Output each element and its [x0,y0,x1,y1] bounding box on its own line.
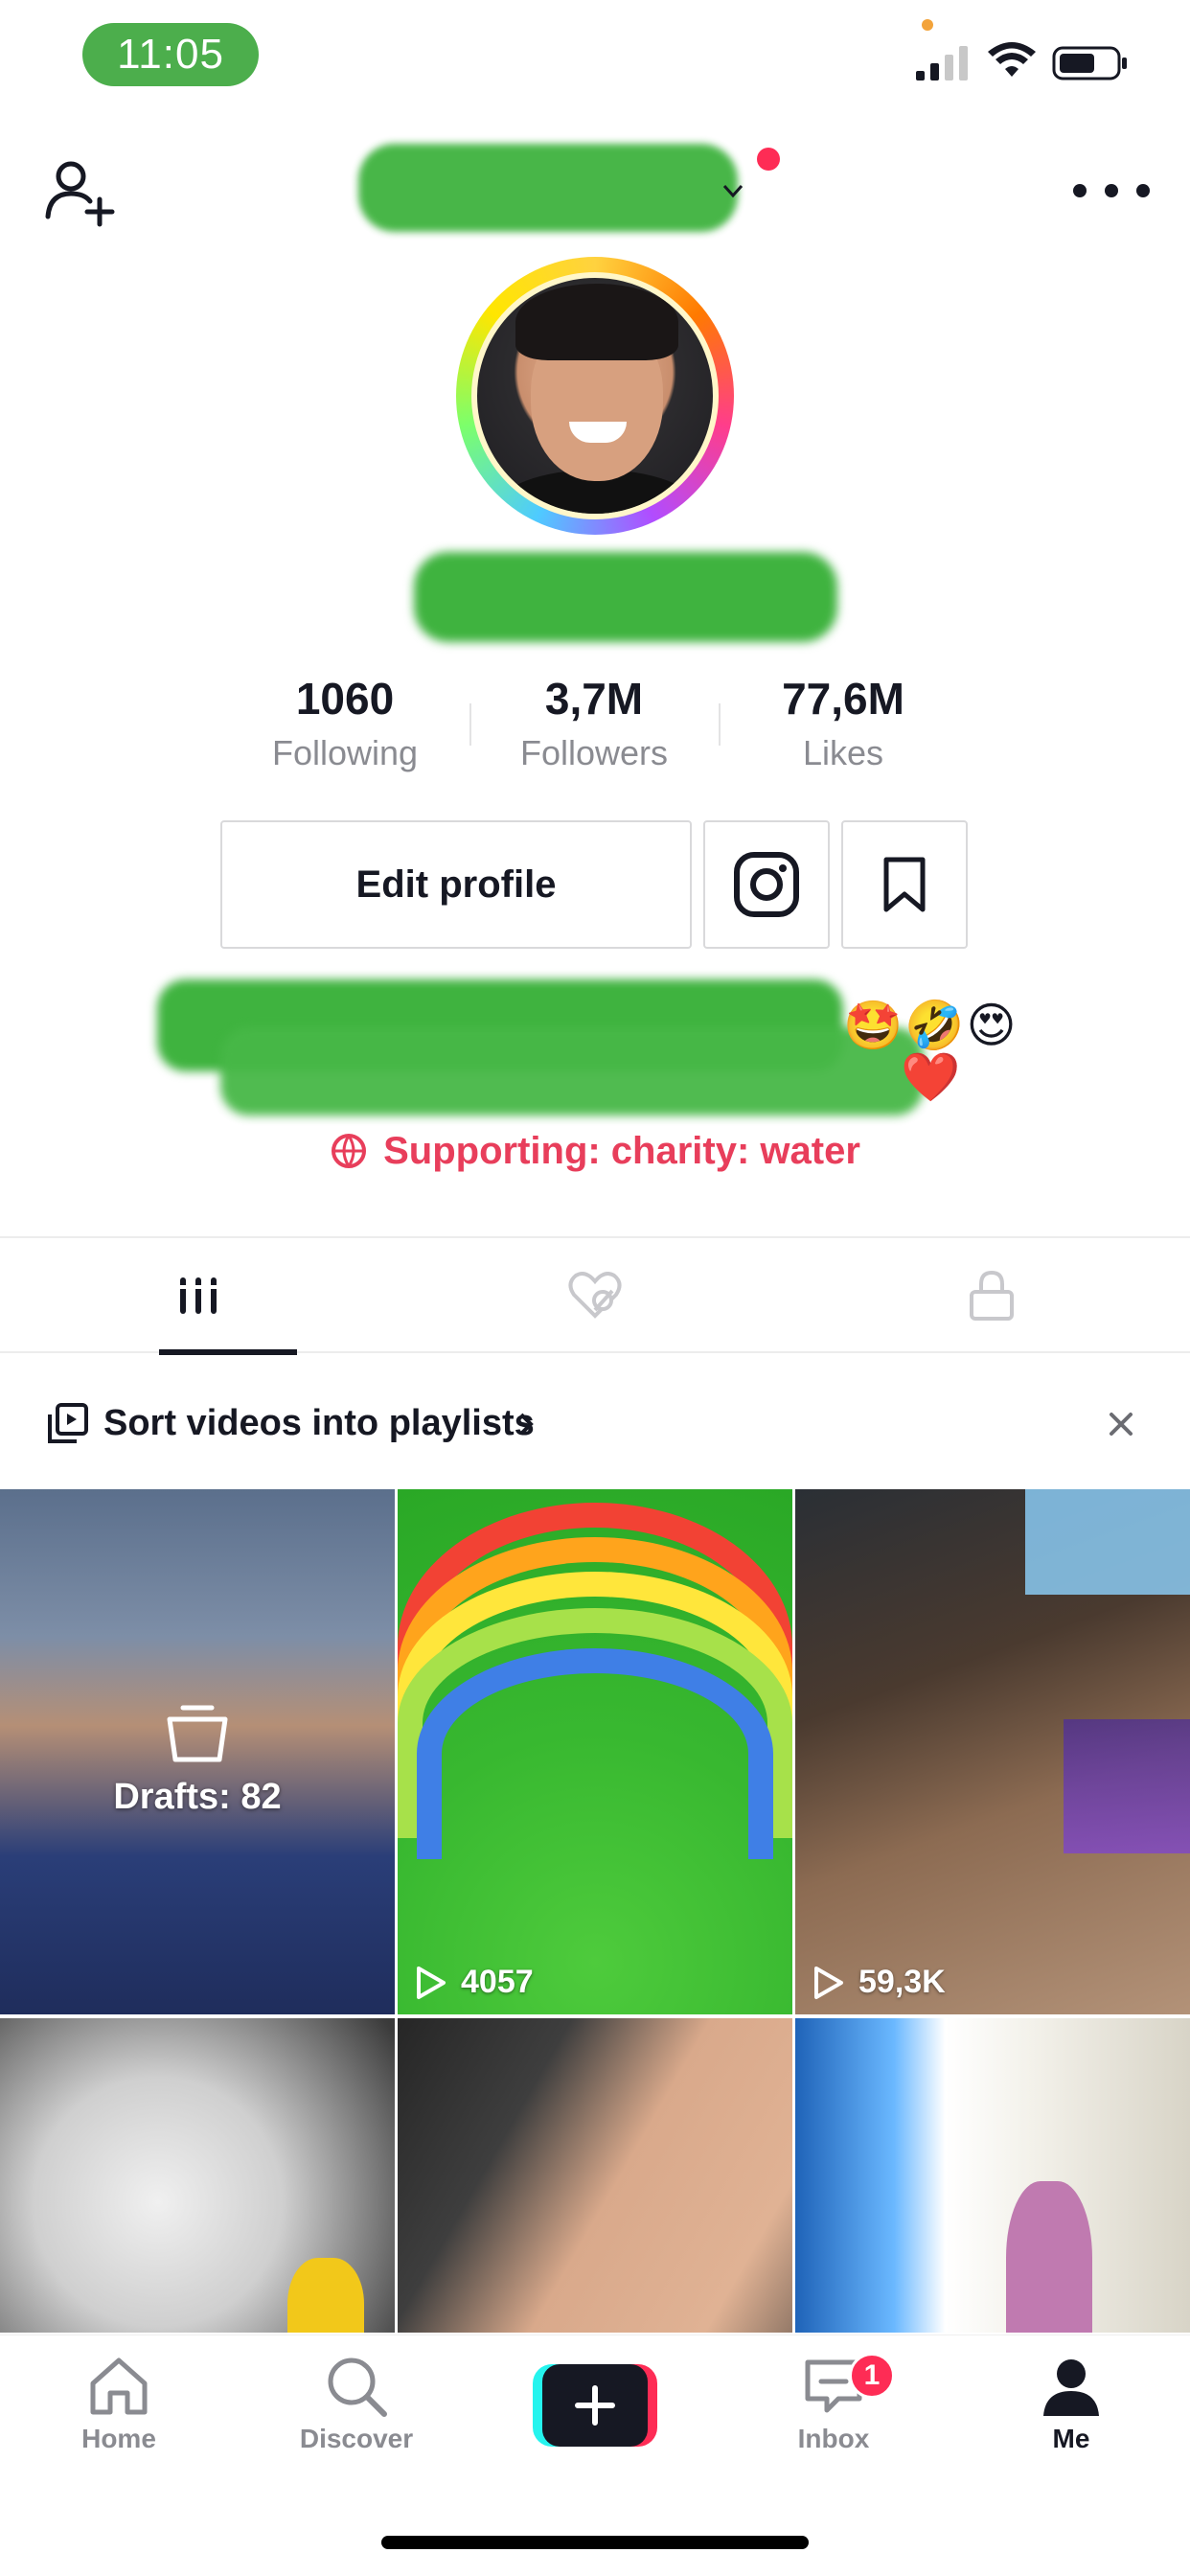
video-views: 4057 [415,1964,534,2001]
more-options-button[interactable] [1073,176,1150,205]
dot [1105,184,1118,197]
avatar [471,272,719,519]
balloon-blue [417,1648,773,1859]
play-icon [814,1966,843,1999]
instagram-icon [734,852,799,917]
stat-likes[interactable]: 77,6M Likes [719,665,968,780]
stat-label: Following [271,733,419,772]
playlist-icon [48,1403,88,1443]
display-name-redacted [414,552,837,642]
charity-link[interactable]: Supporting: charity: water [0,1127,1190,1175]
video-tile[interactable] [795,2018,1190,2333]
charity-text: Supporting: charity: water [383,1129,860,1172]
drafts-icon [167,1705,228,1762]
home-indicator[interactable] [381,2536,809,2549]
nav-label: Discover [299,2424,414,2453]
chevron-down-icon[interactable] [717,174,749,207]
add-friend-icon[interactable] [42,153,119,230]
nav-discover[interactable]: Discover [270,2353,443,2454]
username-redacted[interactable] [358,144,738,232]
stat-label: Followers [519,733,669,772]
battery-icon [1052,46,1127,80]
wifi-icon [988,42,1036,77]
bio-emojis: 🤩🤣😍 [843,999,1018,1052]
status-time: 11:05 [82,23,259,86]
profile-tabs [0,1236,1190,1355]
create-button[interactable] [533,2364,657,2447]
drafts-tile[interactable]: Drafts: 82 [0,1489,395,2014]
cellular-signal-icon [916,46,968,80]
plus-icon [575,2385,615,2426]
drafts-overlay: Drafts: 82 [0,1700,395,1818]
video-views: 59,3K [812,1964,946,2001]
profile-header [0,134,1190,240]
person-figure [1006,2181,1092,2333]
profile-avatar-ring[interactable] [456,257,734,535]
figure-yellow [287,2258,364,2333]
dot [1073,184,1087,197]
stat-value: 1060 [295,674,395,724]
avatar-hair [515,284,678,360]
bio-line-redacted [220,1027,924,1116]
lock-icon [970,1270,1014,1321]
stat-label: Likes [802,733,884,772]
chevron-right-icon [519,1413,534,1436]
tab-private[interactable] [793,1238,1190,1353]
nav-me[interactable]: Me [985,2353,1157,2454]
nav-inbox[interactable]: 1 Inbox [747,2353,920,2454]
profile-stats: 1060 Following 3,7M Followers 77,6M Like… [220,665,968,780]
bowling-lane-lights [1064,1719,1190,1853]
nav-label: Me [1052,2424,1090,2453]
video-grid: Drafts: 82 4057 59,3K [0,1489,1190,2333]
status-bar: 11:05 [0,0,1190,115]
drafts-count: Drafts: 82 [113,1777,282,1817]
play-icon [417,1966,446,1999]
profile-icon [1043,2359,1099,2416]
dot [1136,184,1150,197]
notification-dot [757,148,780,171]
favorites-button[interactable] [841,820,968,949]
home-icon [90,2358,148,2415]
playlist-banner-text: Sort videos into playlists [103,1403,535,1443]
nav-label: Home [81,2424,156,2453]
tab-liked[interactable] [397,1238,793,1353]
bookmark-icon [883,857,926,912]
stat-following[interactable]: 1060 Following [220,665,469,780]
video-tile[interactable] [0,2018,395,2333]
stat-value: 3,7M [544,674,644,724]
bio-heart-emoji: ❤️ [901,1050,961,1104]
stat-followers[interactable]: 3,7M Followers [469,665,719,780]
view-count: 4057 [461,1964,534,2000]
nav-home[interactable]: Home [33,2353,205,2454]
nav-label: Inbox [797,2424,870,2453]
tab-videos[interactable] [0,1238,397,1355]
inbox-badge: 1 [849,2353,895,2399]
instagram-button[interactable] [703,820,830,949]
create-button-body [542,2364,648,2447]
search-icon [328,2358,387,2417]
liked-hidden-icon [568,1272,622,1319]
globe-heart-icon [332,1134,367,1168]
profile-actions: Edit profile [220,820,970,949]
stat-value: 77,6M [782,674,904,724]
video-tile[interactable] [398,2018,792,2333]
privacy-indicator-dot [922,19,933,31]
video-tile[interactable]: 59,3K [795,1489,1190,2014]
close-icon[interactable] [1102,1405,1140,1443]
grid-icon [176,1277,220,1314]
video-tile[interactable]: 4057 [398,1489,792,2014]
playlist-banner[interactable]: Sort videos into playlists [0,1355,1190,1489]
edit-profile-button[interactable]: Edit profile [220,820,692,949]
view-count: 59,3K [858,1964,946,2000]
screen-glow [1025,1489,1190,1595]
